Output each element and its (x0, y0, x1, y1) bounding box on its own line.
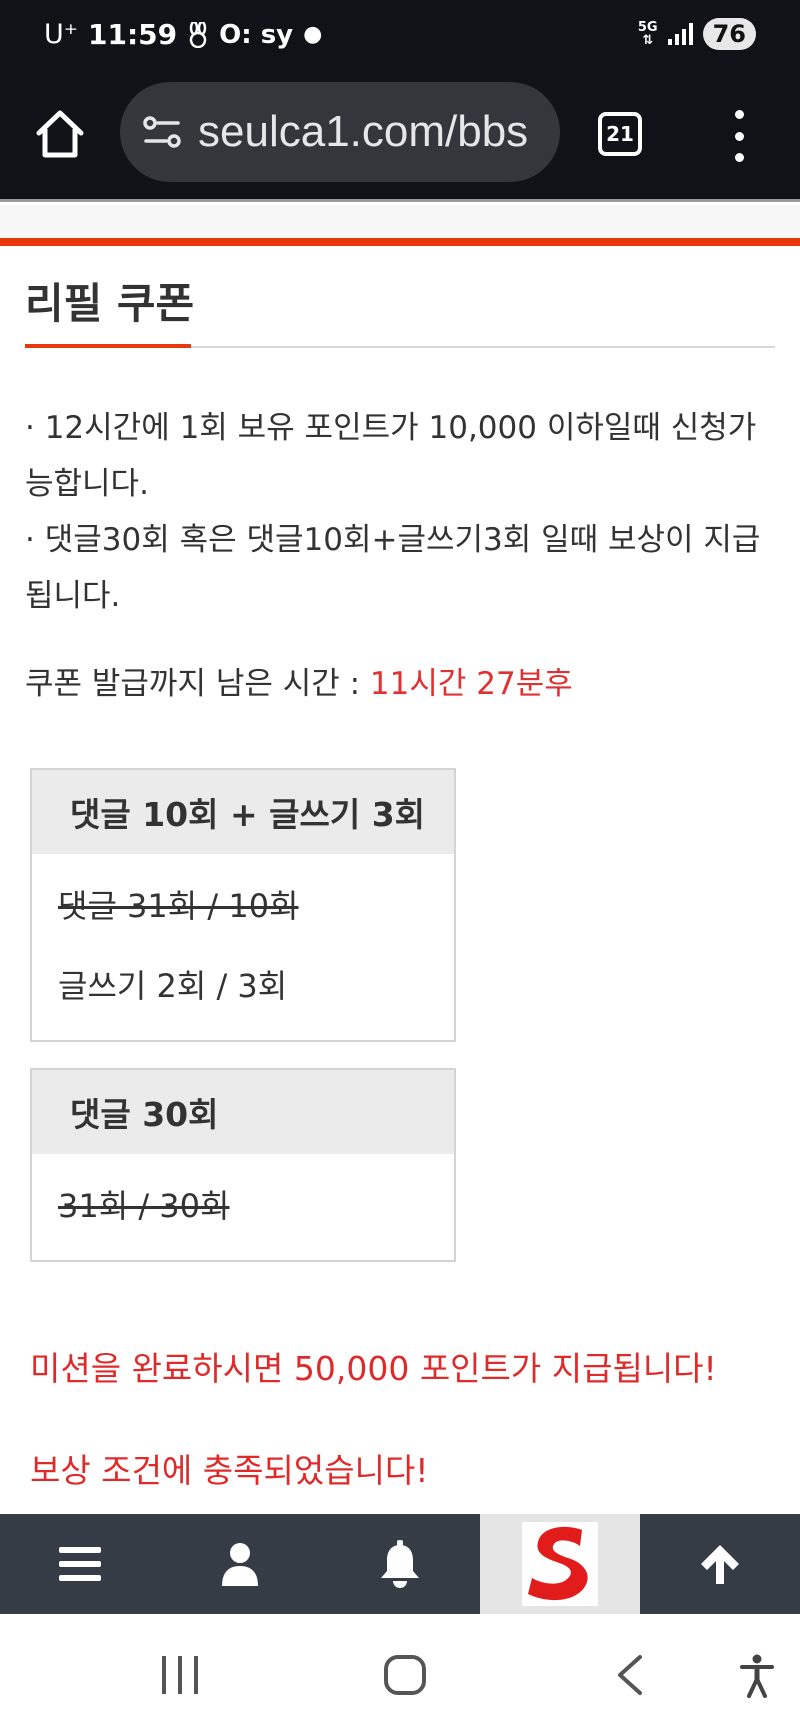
mission-progress: 댓글 31회 / 10회 글쓰기 2회 / 3회 (32, 854, 454, 1024)
home-nav-icon[interactable] (383, 1654, 427, 1696)
site-settings-icon[interactable] (140, 110, 184, 154)
accessibility-icon[interactable] (740, 1654, 774, 1698)
browser-toolbar: seulca1.com/bbs 21 (0, 70, 800, 202)
mission-row-completed: 31회 / 30회 (58, 1187, 230, 1225)
mission-title: 댓글 30회 (32, 1070, 454, 1154)
app-notification-label: O: sy (219, 19, 294, 50)
rules-description: · 12시간에 1회 보유 포인트가 10,000 이하일때 신청가능합니다. … (25, 400, 775, 624)
network-indicator: 5G ⇅ (638, 21, 658, 47)
coupon-timer: 쿠폰 발급까지 남은 시간 : 11시간 27분후 (25, 658, 573, 703)
system-nav-bar (0, 1614, 800, 1734)
nav-scroll-top-button[interactable] (640, 1514, 800, 1614)
mission-card: 댓글 30회 31회 / 30회 (30, 1068, 456, 1262)
carrier-label: U⁺ (44, 19, 79, 50)
browser-menu-button[interactable] (726, 110, 752, 162)
mission-title: 댓글 10회 + 글쓰기 3회 (32, 770, 454, 854)
page-top-spacer (0, 205, 800, 238)
tab-switcher-button[interactable]: 21 (598, 112, 642, 156)
reward-notice: 미션을 완료하시면 50,000 포인트가 지급됩니다! (30, 1349, 717, 1388)
rule-item: · 댓글30회 혹은 댓글10회+글쓰기3회 일때 보상이 지급됩니다. (25, 522, 761, 614)
header-accent-line (0, 238, 800, 246)
rabbit-icon (189, 21, 207, 48)
menu-dot (734, 110, 744, 119)
mission-row-completed: 댓글 31회 / 10회 (58, 887, 299, 925)
menu-dot (734, 131, 744, 141)
page-title: 리필 쿠폰 (25, 279, 195, 328)
mission-row: 글쓰기 2회 / 3회 (58, 967, 288, 1005)
notification-dot: ● (303, 22, 323, 47)
status-right: 5G ⇅ 76 (638, 18, 756, 50)
title-accent-underline (25, 344, 191, 348)
nav-home-logo[interactable] (480, 1514, 640, 1614)
status-notice: 보상 조건에 충족되었습니다! (30, 1451, 429, 1490)
signal-icon (667, 23, 693, 45)
nav-notifications-button[interactable] (320, 1514, 480, 1614)
status-left: U⁺ 11:59 O: sy ● (44, 18, 322, 51)
menu-dot (734, 153, 744, 162)
data-arrows-icon: ⇅ (642, 33, 654, 48)
menu-icon (59, 1547, 101, 1581)
timer-value: 11시간 27분후 (369, 666, 573, 702)
site-bottom-nav (0, 1514, 800, 1614)
mission-progress: 31회 / 30회 (32, 1154, 454, 1244)
site-logo-icon (522, 1522, 598, 1606)
back-icon[interactable] (614, 1654, 644, 1696)
rule-item: · 12시간에 1회 보유 포인트가 10,000 이하일때 신청가능합니다. (25, 410, 757, 502)
address-bar[interactable]: seulca1.com/bbs (120, 82, 560, 182)
home-icon[interactable] (34, 108, 86, 160)
recent-apps-icon[interactable] (160, 1654, 200, 1696)
url-text[interactable]: seulca1.com/bbs (198, 107, 528, 157)
mission-card: 댓글 10회 + 글쓰기 3회 댓글 31회 / 10회 글쓰기 2회 / 3회 (30, 768, 456, 1042)
arrow-up-icon (701, 1545, 739, 1584)
battery-indicator: 76 (702, 18, 756, 50)
user-icon (222, 1543, 258, 1586)
bell-icon (381, 1540, 419, 1588)
nav-menu-button[interactable] (0, 1514, 160, 1614)
nav-user-button[interactable] (160, 1514, 320, 1614)
clock: 11:59 (88, 18, 178, 51)
status-bar: U⁺ 11:59 O: sy ● 5G ⇅ 76 (0, 0, 800, 70)
timer-label: 쿠폰 발급까지 남은 시간 : (25, 666, 370, 702)
